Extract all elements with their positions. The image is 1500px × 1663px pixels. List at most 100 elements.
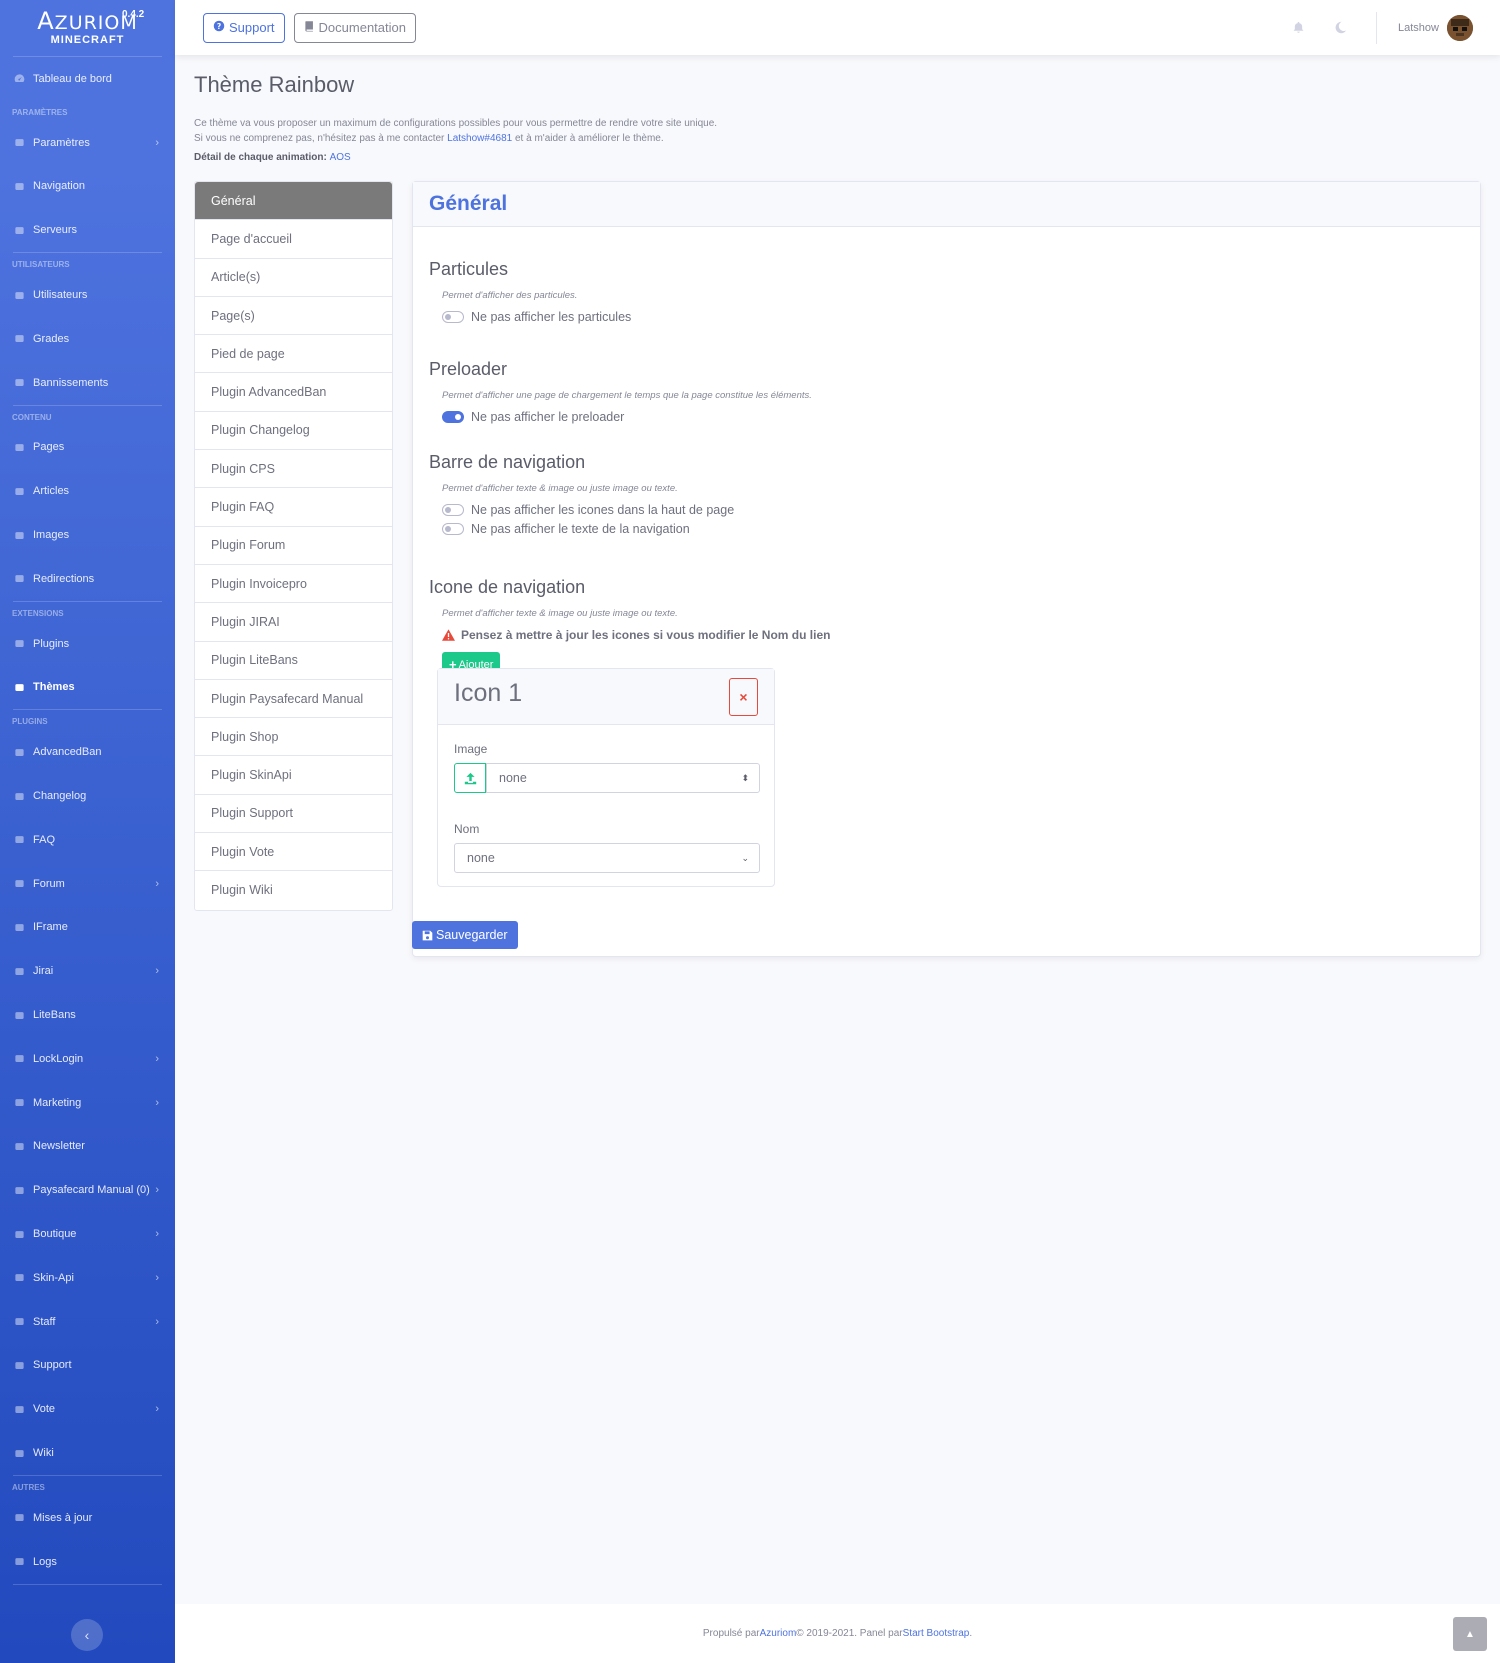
tab-plugin-forum[interactable]: Plugin Forum xyxy=(195,527,392,565)
navbar-text-switch-row[interactable]: Ne pas afficher le texte de la navigatio… xyxy=(442,522,690,536)
sidebar-item-dashboard[interactable]: Tableau de bord xyxy=(0,57,175,101)
particles-description: Permet d'afficher des particules. xyxy=(442,290,578,301)
sidebar-item-articles[interactable]: Articles xyxy=(0,469,175,513)
thumbs-up-icon xyxy=(13,1404,26,1415)
tab-plugin-advancedban[interactable]: Plugin AdvancedBan xyxy=(195,373,392,412)
sidebar: AZURIOM 0.4.2 MINECRAFT Tableau de bord … xyxy=(0,0,175,1663)
sidebar-item-plugins[interactable]: Plugins xyxy=(0,622,175,666)
navbar-icons-switch[interactable] xyxy=(442,504,464,516)
particles-switch[interactable] xyxy=(442,311,464,323)
sidebar-item-grades[interactable]: Grades xyxy=(0,317,175,361)
comments-icon xyxy=(13,878,26,889)
cart-icon xyxy=(13,1229,26,1240)
sidebar-item-skin-api[interactable]: Skin-Api › xyxy=(0,1256,175,1300)
sidebar-item-litebans[interactable]: LiteBans xyxy=(0,993,175,1037)
upload-image-button[interactable] xyxy=(454,763,486,793)
sidebar-item-label: Pages xyxy=(33,441,65,454)
sidebar-item-marketing[interactable]: Marketing › xyxy=(0,1081,175,1125)
sidebar-item-forum[interactable]: Forum › xyxy=(0,862,175,906)
sidebar-item-th-mes[interactable]: Thèmes xyxy=(0,666,175,710)
sidebar-item-staff[interactable]: Staff › xyxy=(0,1300,175,1344)
intro-text-a: Si vous ne comprenez pas, n'hésitez pas … xyxy=(194,132,448,144)
tab-plugin-support[interactable]: Plugin Support xyxy=(195,795,392,834)
close-icon: × xyxy=(739,689,748,705)
page-title: Thème Rainbow xyxy=(194,72,355,97)
tab-plugin-litebans[interactable]: Plugin LiteBans xyxy=(195,642,392,680)
sidebar-item-navigation[interactable]: Navigation xyxy=(0,165,175,209)
tab-plugin-jirai[interactable]: Plugin JIRAI xyxy=(195,603,392,642)
intro-text-b: et à m'aider à améliorer le thème. xyxy=(512,132,664,144)
question-circle-icon xyxy=(13,834,26,845)
sidebar-item-advancedban[interactable]: AdvancedBan xyxy=(0,730,175,774)
bell-icon[interactable] xyxy=(1292,21,1306,35)
tab-plugin-changelog[interactable]: Plugin Changelog xyxy=(195,412,392,451)
preloader-switch-row[interactable]: Ne pas afficher le preloader xyxy=(442,410,624,424)
sidebar-item-iframe[interactable]: IFrame xyxy=(0,906,175,950)
documentation-button[interactable]: Documentation xyxy=(293,12,416,43)
sidebar-item-paysafecard-manual-0[interactable]: Paysafecard Manual (0) › xyxy=(0,1168,175,1212)
tab-plugin-vote[interactable]: Plugin Vote xyxy=(195,833,392,872)
start-bootstrap-link[interactable]: Start Bootstrap xyxy=(903,1628,970,1639)
sidebar-item-mises-jour[interactable]: Mises à jour xyxy=(0,1496,175,1540)
sidebar-item-param-tres[interactable]: Paramètres › xyxy=(0,121,175,165)
chevron-right-icon: › xyxy=(155,1052,159,1065)
aos-link[interactable]: AOS xyxy=(330,152,351,163)
sidebar-item-pages[interactable]: Pages xyxy=(0,426,175,470)
sidebar-item-changelog[interactable]: Changelog xyxy=(0,774,175,818)
brand-logo[interactable]: AZURIOM 0.4.2 MINECRAFT xyxy=(0,0,175,56)
scroll-to-top-button[interactable]: ▲ xyxy=(1453,1617,1487,1651)
sidebar-item-serveurs[interactable]: Serveurs xyxy=(0,208,175,252)
navbar-title: Barre de navigation xyxy=(429,452,586,472)
contact-link[interactable]: Latshow#4681 xyxy=(447,133,512,144)
sidebar-item-images[interactable]: Images xyxy=(0,513,175,557)
navicon-description: Permet d'afficher texte & image ou juste… xyxy=(442,608,678,619)
navbar-icons-switch-row[interactable]: Ne pas afficher les icones dans la haut … xyxy=(442,503,734,517)
sidebar-item-vote[interactable]: Vote › xyxy=(0,1387,175,1431)
gavel-icon xyxy=(13,747,26,758)
tab-page-s[interactable]: Page(s) xyxy=(195,297,392,336)
sidebar-toggle-button[interactable]: ‹ xyxy=(71,1619,103,1651)
sidebar-item-wiki[interactable]: Wiki xyxy=(0,1431,175,1475)
tab-page-d-accueil[interactable]: Page d'accueil xyxy=(195,220,392,259)
sidebar-item-boutique[interactable]: Boutique › xyxy=(0,1212,175,1256)
avatar[interactable] xyxy=(1447,14,1473,41)
delete-icon-button[interactable]: × xyxy=(729,678,758,716)
sidebar-item-faq[interactable]: FAQ xyxy=(0,818,175,862)
preloader-switch[interactable] xyxy=(442,411,464,423)
sidebar-item-label: Vote xyxy=(33,1403,56,1416)
sidebar-item-label: Newsletter xyxy=(33,1140,85,1153)
user-tie-icon xyxy=(13,1316,26,1327)
support-button[interactable]: ? Support xyxy=(203,12,285,43)
tab-plugin-invoicepro[interactable]: Plugin Invoicepro xyxy=(195,565,392,604)
tab-g-n-ral[interactable]: Général xyxy=(195,182,392,221)
sidebar-item-logs[interactable]: Logs xyxy=(0,1540,175,1584)
topbar-right: Latshow xyxy=(1292,0,1500,55)
tab-pied-de-page[interactable]: Pied de page xyxy=(195,335,392,374)
sidebar-item-bannissements[interactable]: Bannissements xyxy=(0,361,175,405)
sidebar-item-locklogin[interactable]: LockLogin › xyxy=(0,1037,175,1081)
moon-icon[interactable] xyxy=(1334,21,1348,35)
sidebar-item-utilisateurs[interactable]: Utilisateurs xyxy=(0,273,175,317)
tab-plugin-faq[interactable]: Plugin FAQ xyxy=(195,488,392,527)
tab-plugin-skinapi[interactable]: Plugin SkinApi xyxy=(195,756,392,795)
azuriom-link[interactable]: Azuriom xyxy=(760,1628,797,1639)
tab-plugin-shop[interactable]: Plugin Shop xyxy=(195,718,392,757)
tab-plugin-wiki[interactable]: Plugin Wiki xyxy=(195,871,392,909)
tab-article-s[interactable]: Article(s) xyxy=(195,259,392,297)
chevron-right-icon: › xyxy=(155,877,159,890)
sidebar-item-jirai[interactable]: Jirai › xyxy=(0,949,175,993)
icon-card-header: Icon 1 × xyxy=(438,669,774,725)
name-select[interactable]: none ⌄ xyxy=(454,843,760,873)
username[interactable]: Latshow xyxy=(1398,22,1439,34)
sidebar-item-redirections[interactable]: Redirections xyxy=(0,557,175,601)
save-icon xyxy=(422,930,433,940)
tab-plugin-paysafecard-manual[interactable]: Plugin Paysafecard Manual xyxy=(195,680,392,719)
sidebar-item-support[interactable]: Support xyxy=(0,1344,175,1388)
particles-switch-row[interactable]: Ne pas afficher les particules xyxy=(442,310,631,324)
sort-icon: ⬍ xyxy=(741,772,749,783)
tab-plugin-cps[interactable]: Plugin CPS xyxy=(195,450,392,489)
image-select[interactable]: none ⬍ xyxy=(486,763,760,793)
save-button[interactable]: Sauvegarder xyxy=(412,921,518,949)
sidebar-item-newsletter[interactable]: Newsletter xyxy=(0,1125,175,1169)
navbar-text-switch[interactable] xyxy=(442,523,464,535)
